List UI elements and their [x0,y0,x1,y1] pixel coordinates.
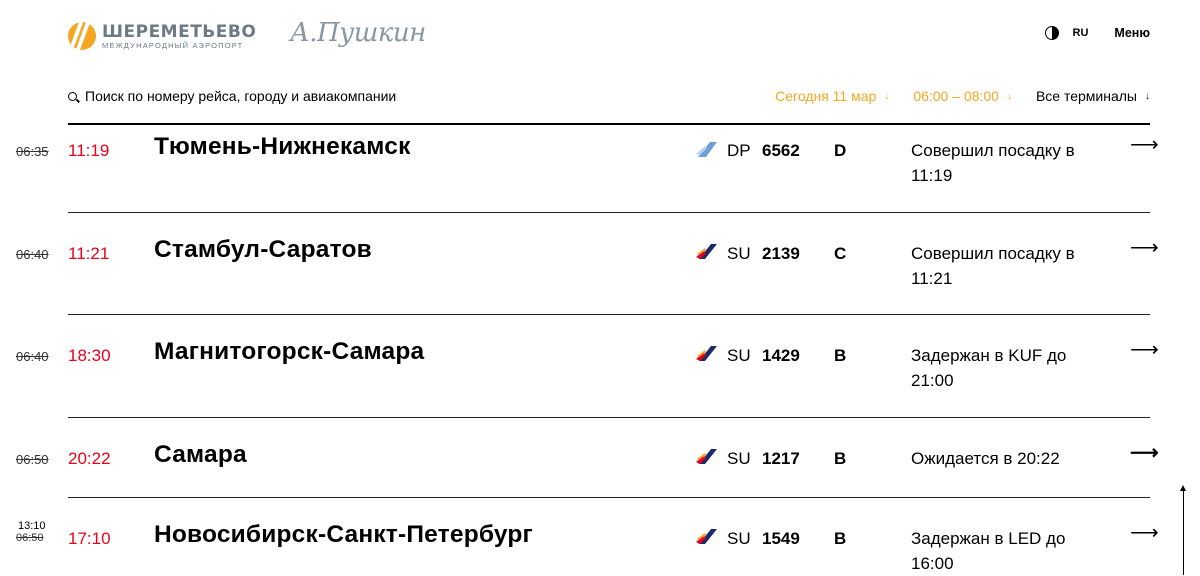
scroll-to-top-arrow-icon[interactable] [1180,485,1186,575]
terminal-filter-label: Все терминалы [1035,88,1137,104]
chevron-down-icon: ↓ [1006,90,1012,102]
terminal-filter[interactable]: Все терминалы ↓ [1036,88,1150,104]
flight-number: 1549 [762,529,800,548]
actual-time: 20:22 [68,449,111,468]
terminal: D [834,141,847,160]
chevron-down-icon: ↓ [884,90,890,102]
flight-status: Задержан в LED до 16:00 [911,529,1066,573]
terminal: B [834,449,847,468]
flight-route[interactable]: Самара [154,441,247,469]
terminal: B [834,346,847,365]
logo-title: ШЕРЕМЕТЬЕВО [102,21,257,42]
time-filter-label: 06:00 – 08:00 [913,88,999,104]
scheduled-time: 06:35 [16,144,49,159]
flight-number: 2139 [762,244,800,263]
flight-route[interactable]: Тюмень-Нижнекамск [154,133,411,161]
filters-bar: Сегодня 11 мар ↓ 06:00 – 08:00 ↓ Все тер… [751,88,1150,104]
dp-airline-icon [696,142,717,157]
contrast-toggle-icon[interactable] [1044,26,1059,40]
row-divider [68,497,1150,498]
arrow-right-icon[interactable]: ⟶ [1130,238,1159,258]
su-airline-icon [696,449,717,464]
flight-status: Задержан в KUF до 21:00 [911,346,1067,390]
airline-code: SU [727,244,751,263]
scheduled-time: 06:50 [16,532,44,544]
table-top-rule [68,123,1150,125]
flight-search[interactable]: Поиск по номеру рейса, городу и авиакомп… [68,88,396,104]
scheduled-time: 06:40 [16,247,49,262]
arrow-right-icon[interactable]: ⟶ [1130,340,1159,360]
actual-time: 11:21 [68,244,110,263]
row-divider [68,314,1150,315]
arrow-right-icon[interactable]: ⟶ [1130,135,1159,155]
scheduled-time: 06:40 [16,349,49,364]
su-airline-icon [696,346,717,361]
date-filter-label: Сегодня 11 мар [775,88,877,104]
search-input[interactable]: Поиск по номеру рейса, городу и авиакомп… [85,88,396,104]
flight-route[interactable]: Новосибирск-Санкт-Петербург [154,521,533,549]
flight-number: 6562 [762,141,800,160]
chevron-down-icon: ↓ [1145,90,1150,102]
row-divider [68,417,1150,418]
flight-status: Совершил посадку в 11:19 [911,141,1075,185]
header-controls: RU Меню [1044,26,1150,40]
airline-code: DP [727,141,751,160]
pushkin-signature-logo: А.Пушкин [290,18,426,48]
search-icon [68,91,77,101]
time-filter[interactable]: 06:00 – 08:00 ↓ [913,88,1012,104]
su-airline-icon [696,529,717,544]
flight-route[interactable]: Магнитогорск-Самара [154,338,424,366]
flight-route[interactable]: Стамбул-Саратов [154,236,372,264]
flight-status: Совершил посадку в 11:21 [911,244,1075,288]
row-divider [68,212,1150,213]
terminal: B [834,529,847,548]
arrow-right-icon[interactable]: ⟶ [1130,443,1159,463]
actual-time: 18:30 [68,346,111,365]
sheremetyevo-logo-icon [68,22,96,50]
actual-time: 11:19 [68,141,110,160]
terminal: C [834,244,847,263]
date-filter[interactable]: Сегодня 11 мар ↓ [775,88,889,104]
language-switch[interactable]: RU [1073,27,1089,39]
flight-number: 1429 [762,346,800,365]
airline-code: SU [727,449,751,468]
menu-button[interactable]: Меню [1114,26,1150,40]
scheduled-time: 06:50 [16,452,49,467]
logo-subtitle: МЕЖДУНАРОДНЫЙ АЭРОПОРТ [102,40,244,50]
airport-logo[interactable]: ШЕРЕМЕТЬЕВО МЕЖДУНАРОДНЫЙ АЭРОПОРТ [68,20,256,52]
flight-number: 1217 [762,449,800,468]
su-airline-icon [696,244,717,259]
actual-time: 17:10 [68,529,111,548]
airline-code: SU [727,346,751,365]
flight-status: Ожидается в 20:22 [911,449,1060,468]
arrow-right-icon[interactable]: ⟶ [1130,523,1159,543]
updated-time: 13:10 [18,520,46,532]
airline-code: SU [727,529,751,548]
